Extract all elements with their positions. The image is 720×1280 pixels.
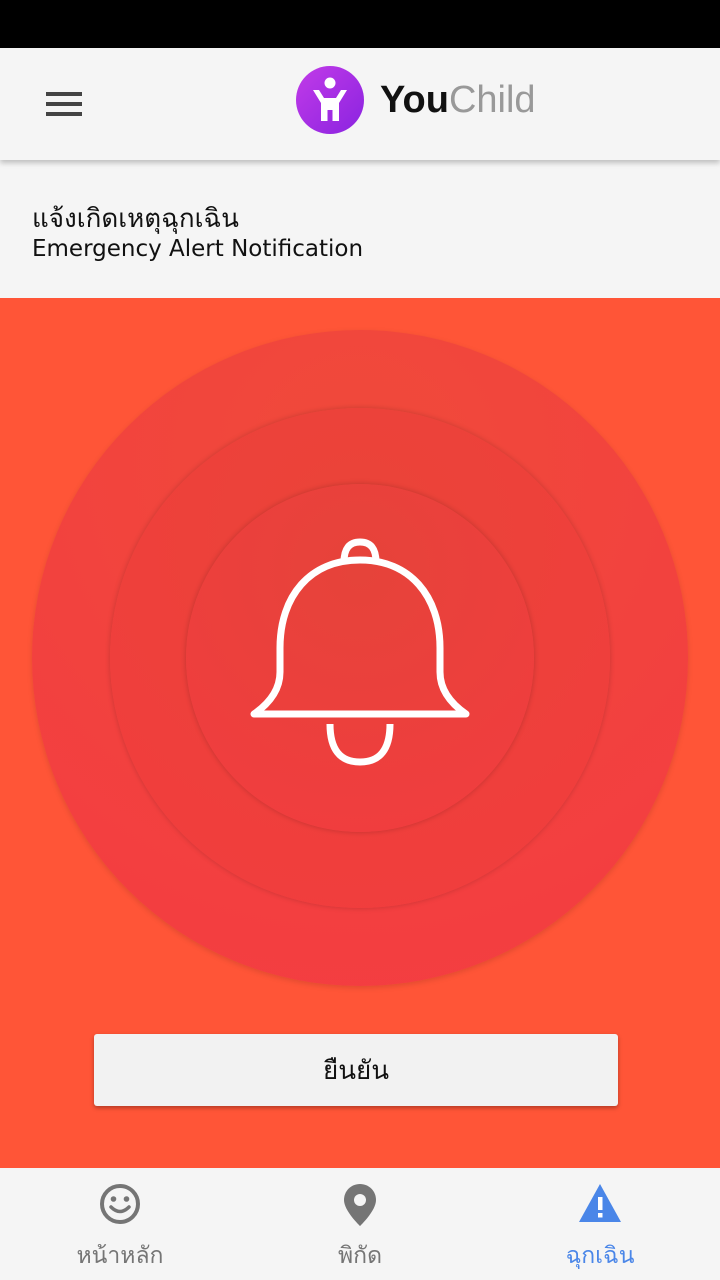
nav-label-location: พิกัด (337, 1243, 383, 1269)
app-name-bold: You (380, 78, 449, 121)
warning-icon (579, 1184, 621, 1222)
page-header: แจ้งเกิดเหตุฉุกเฉิน Emergency Alert Noti… (0, 160, 720, 298)
menu-icon-line (46, 92, 82, 96)
menu-button[interactable] (30, 74, 94, 134)
nav-label-home: หน้าหลัก (76, 1243, 164, 1269)
status-bar (0, 0, 720, 48)
page-title-thai: แจ้งเกิดเหตุฉุกเฉิน (32, 204, 239, 234)
app-name-light: Child (448, 78, 536, 121)
bottom-navigation: หน้าหลัก พิกัด ฉุกเฉิน (0, 1168, 720, 1280)
menu-icon-line (46, 102, 82, 106)
page-title-english: Emergency Alert Notification (32, 236, 364, 262)
nav-item-emergency[interactable]: ฉุกเฉิน (480, 1168, 720, 1280)
nav-label-emergency: ฉุกเฉิน (565, 1243, 635, 1269)
menu-icon-line (46, 112, 82, 116)
location-pin-icon (344, 1184, 376, 1226)
app-name: YouChild (380, 79, 536, 122)
child-icon (296, 66, 364, 134)
app-bar: YouChild (0, 48, 720, 160)
smiley-icon (100, 1184, 140, 1224)
nav-item-home[interactable]: หน้าหลัก (0, 1168, 240, 1280)
app-logo: YouChild (296, 66, 536, 134)
confirm-button[interactable]: ยืนยัน (94, 1034, 618, 1106)
bell-icon (250, 538, 470, 766)
nav-item-location[interactable]: พิกัด (240, 1168, 480, 1280)
emergency-panel: ยืนยัน (0, 298, 720, 1168)
